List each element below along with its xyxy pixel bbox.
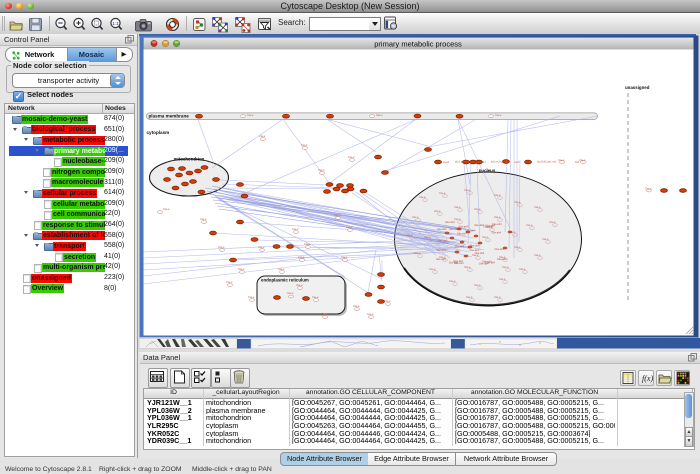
svg-text:endoplasmic reticulum: endoplasmic reticulum — [261, 278, 309, 283]
svg-text:cytoplasm: cytoplasm — [147, 130, 170, 135]
svg-text:mep2: mep2 — [443, 161, 450, 164]
svg-text:Cke-a: Cke-a — [406, 234, 413, 237]
svg-text:Cke-a: Cke-a — [526, 224, 533, 227]
svg-text:Cke-a: Cke-a — [495, 114, 502, 117]
svg-text:primary metabolic process: primary metabolic process — [374, 40, 462, 49]
svg-text:Cke-a: Cke-a — [348, 156, 355, 159]
svg-text:Cke-a: Cke-a — [534, 254, 541, 257]
svg-text:Gke-ab4: Gke-ab4 — [475, 252, 485, 255]
svg-text:mm2: mm2 — [514, 161, 520, 164]
svg-text:Cke-a: Cke-a — [645, 188, 652, 191]
svg-text:Cke-a: Cke-a — [514, 201, 521, 204]
svg-text:Cke-a: Cke-a — [494, 216, 501, 219]
svg-text:Gke-ab4: Gke-ab4 — [491, 232, 501, 235]
svg-text:Cke-a: Cke-a — [558, 159, 565, 162]
svg-text:abct5 jk2 pw1 rst2: abct5 jk2 pw1 rst2 — [537, 161, 557, 164]
svg-text:Cke-a: Cke-a — [200, 218, 207, 221]
svg-text:Gke-ab4: Gke-ab4 — [436, 249, 446, 252]
svg-text:f(x): f(x) — [642, 374, 653, 383]
svg-text:Cke-a: Cke-a — [296, 284, 303, 287]
svg-text:Gke-ab4: Gke-ab4 — [445, 221, 455, 224]
svg-text:Cke-a: Cke-a — [258, 246, 265, 249]
svg-text:Cke-a: Cke-a — [312, 296, 319, 299]
svg-text:Cke-a: Cke-a — [346, 226, 353, 229]
svg-text:Cke-a: Cke-a — [419, 196, 426, 199]
svg-text:Cke-a: Cke-a — [424, 236, 431, 239]
svg-text:Cke-a: Cke-a — [494, 296, 501, 299]
svg-text:Cke-a: Cke-a — [414, 252, 421, 255]
svg-text:Cke-a: Cke-a — [474, 208, 481, 211]
svg-text:Gke-ab4: Gke-ab4 — [438, 239, 448, 242]
svg-text:Cke-a: Cke-a — [454, 218, 461, 221]
svg-text:mitochondrion: mitochondrion — [174, 157, 205, 162]
svg-text:Cke-a: Cke-a — [321, 313, 328, 316]
svg-text:Cke-a: Cke-a — [304, 243, 311, 246]
svg-text:Cke-a: Cke-a — [439, 192, 446, 195]
svg-text:1:1: 1:1 — [112, 21, 119, 26]
svg-text:Gke-ab4: Gke-ab4 — [497, 258, 507, 261]
svg-text:Cke-a: Cke-a — [519, 268, 526, 271]
svg-text:Cke-a: Cke-a — [259, 135, 266, 138]
svg-text:Cke-a: Cke-a — [226, 281, 233, 284]
svg-text:Cke-a: Cke-a — [367, 313, 374, 316]
svg-text:Cke-a: Cke-a — [301, 144, 308, 147]
svg-text:Gke-ab4: Gke-ab4 — [479, 263, 489, 266]
svg-text:Cke-a: Cke-a — [412, 216, 419, 219]
svg-text:unassigned: unassigned — [625, 85, 650, 90]
svg-text:Gke-ab4: Gke-ab4 — [485, 224, 495, 227]
svg-text:Gke-ab4: Gke-ab4 — [449, 261, 459, 264]
svg-text:Cke-a: Cke-a — [334, 214, 341, 217]
svg-text:Cke-a: Cke-a — [454, 206, 461, 209]
svg-text:Cke-a: Cke-a — [247, 114, 254, 117]
svg-text:Cke-a: Cke-a — [376, 114, 383, 117]
svg-text:Cke-a: Cke-a — [449, 280, 456, 283]
svg-text:Cke-a: Cke-a — [434, 210, 441, 213]
svg-text:Cke-a: Cke-a — [466, 296, 473, 299]
svg-text:Cke-a: Cke-a — [218, 246, 225, 249]
svg-text:Gke-ab4: Gke-ab4 — [437, 228, 447, 231]
svg-text:Cke-a: Cke-a — [579, 159, 586, 162]
svg-text:Cke-a: Cke-a — [464, 189, 471, 192]
svg-text:Cke-a: Cke-a — [248, 296, 255, 299]
svg-text:Gke-ab4: Gke-ab4 — [474, 224, 484, 227]
svg-text:Cke-a: Cke-a — [499, 278, 506, 281]
svg-text:Cke-a: Cke-a — [298, 256, 305, 259]
svg-text:Cke-a: Cke-a — [163, 208, 170, 211]
svg-text:Cke-a: Cke-a — [542, 238, 549, 241]
svg-text:Cke-a: Cke-a — [292, 228, 299, 231]
svg-text:Cke-a: Cke-a — [514, 246, 521, 249]
svg-text:Gke-ab4: Gke-ab4 — [455, 246, 465, 249]
svg-text:Cke-a: Cke-a — [429, 268, 436, 271]
svg-text:Gke-ab4: Gke-ab4 — [436, 258, 446, 261]
svg-text:Cke-a: Cke-a — [238, 268, 245, 271]
svg-text:Cke-a: Cke-a — [464, 266, 471, 269]
svg-text:Cke-a: Cke-a — [353, 305, 360, 308]
svg-text:Cke-a: Cke-a — [341, 256, 348, 259]
svg-text:Cke-a: Cke-a — [534, 206, 541, 209]
svg-text:Cke-a: Cke-a — [482, 236, 489, 239]
svg-text:Cke-a: Cke-a — [549, 221, 556, 224]
svg-text:Gke-ab4: Gke-ab4 — [469, 249, 479, 252]
svg-text:Cke-a: Cke-a — [474, 284, 481, 287]
svg-text:Gke-ab4: Gke-ab4 — [457, 232, 467, 235]
svg-text:plasma membrane: plasma membrane — [149, 114, 190, 119]
svg-text:Cke-a: Cke-a — [287, 292, 294, 295]
svg-text:Cke-a: Cke-a — [502, 266, 509, 269]
svg-text:Cke-a: Cke-a — [384, 300, 391, 303]
svg-text:Cke-a: Cke-a — [278, 268, 285, 271]
svg-text:Cke-a: Cke-a — [318, 169, 325, 172]
svg-text:Cke-a: Cke-a — [494, 194, 501, 197]
